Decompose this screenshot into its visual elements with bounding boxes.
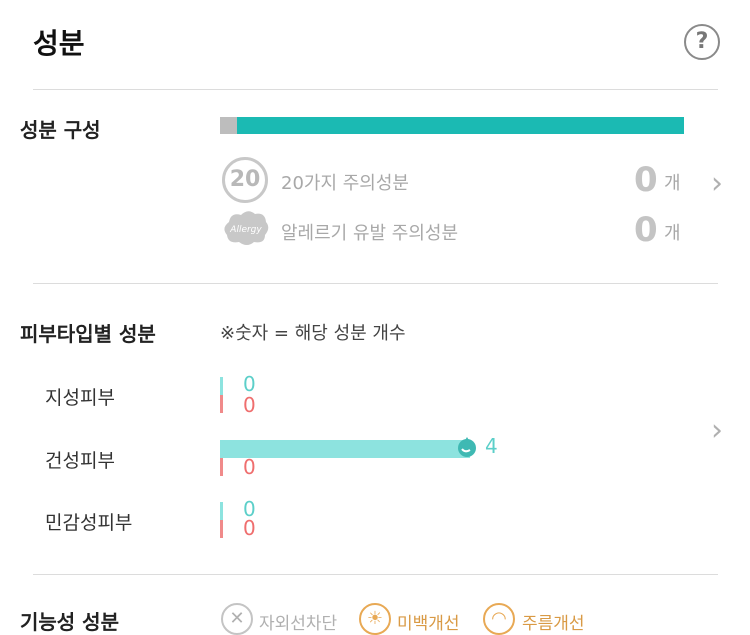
skin-row-label: 민감성피부 [45,512,133,534]
bad-count: 0 [243,516,256,540]
allergy-icon: Allergy [221,208,271,248]
composition-chevron-icon[interactable]: › [711,166,723,201]
skin-row-label: 지성피부 [45,387,115,409]
uv-block-label: 자외선차단 [259,614,338,634]
allergy-badge-text: Allergy [229,225,262,235]
skin-type-chevron-icon[interactable]: › [711,413,723,448]
composition-title: 성분 구성 [20,118,101,142]
skin-row-label: 건성피부 [45,450,115,472]
skin-type-title: 피부타입별 성분 [20,322,156,346]
composition-bar-warning-segment [220,117,237,134]
bad-bar [220,520,223,538]
wrinkle-icon: ◠ [483,603,515,635]
twenty-warning-count: 0 [634,160,658,200]
composition-bar [220,117,684,134]
help-icon[interactable]: ? [684,24,720,60]
twenty-warning-label: 20가지 주의성분 [281,173,409,194]
droplet-icon [456,436,478,462]
whitening-icon: ☀ [359,603,391,635]
bad-count: 0 [243,455,256,479]
allergy-count: 0 [634,210,658,250]
divider [33,283,718,284]
uv-block-icon: ✕ [221,603,253,635]
bad-count: 0 [243,393,256,417]
twenty-warning-icon: 20 [222,157,268,203]
allergy-label: 알레르기 유발 주의성분 [281,223,459,244]
bad-bar [220,458,223,476]
divider [33,89,718,90]
functional-title: 기능성 성분 [20,610,119,634]
whitening-label: 미백개선 [397,614,460,634]
twenty-warning-unit: 개 [664,173,681,194]
good-bar [220,440,470,458]
good-bar [220,377,223,395]
allergy-unit: 개 [664,223,681,244]
good-count: 4 [485,434,498,458]
wrinkle-label: 주름개선 [522,614,585,634]
good-bar [220,502,223,520]
bad-bar [220,395,223,413]
page-title: 성분 [33,27,85,60]
divider [33,574,718,575]
skin-type-note: ※숫자 = 해당 성분 개수 [220,323,406,344]
